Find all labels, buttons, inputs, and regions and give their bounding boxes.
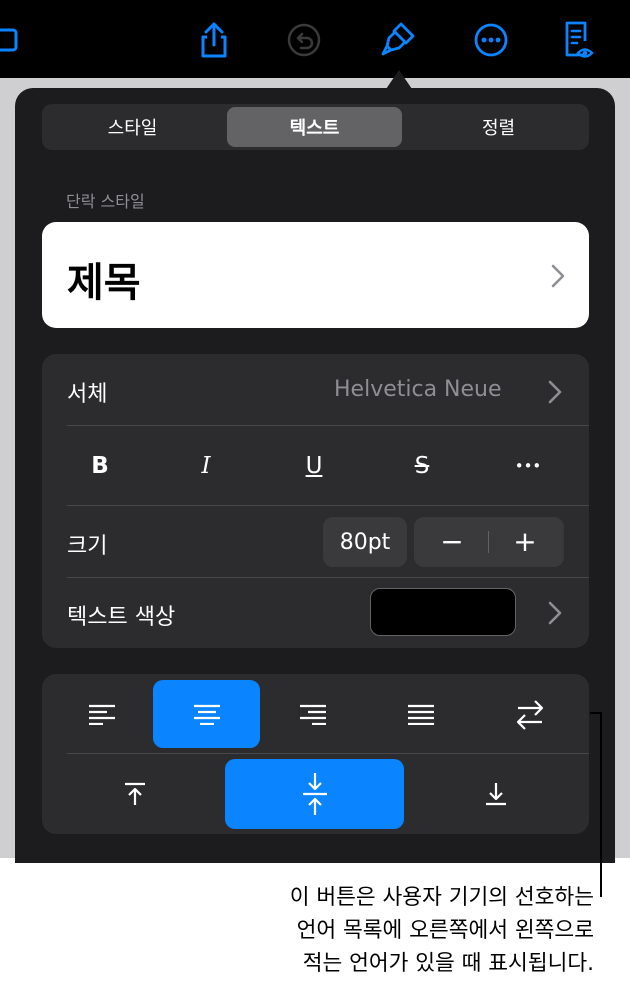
- divider: [67, 425, 589, 426]
- callout-line: [600, 712, 602, 897]
- align-bottom-button[interactable]: [428, 759, 563, 829]
- font-value: Helvetica Neue: [334, 377, 502, 402]
- font-label: 서체: [67, 382, 108, 407]
- align-top-icon: [124, 782, 145, 805]
- align-middle-button[interactable]: [225, 759, 404, 829]
- align-left-button[interactable]: [62, 680, 142, 748]
- decrease-size-button[interactable]: −: [434, 525, 470, 558]
- format-brush-icon[interactable]: [378, 20, 418, 60]
- size-stepper: − +: [414, 517, 564, 567]
- align-right-button[interactable]: [270, 680, 356, 748]
- more-icon[interactable]: [471, 20, 511, 60]
- justify-button[interactable]: [378, 680, 464, 748]
- align-right-icon: [300, 704, 326, 725]
- align-center-button[interactable]: [153, 680, 260, 748]
- font-settings: 서체 Helvetica Neue B I U S ••• 크기 80pt − …: [42, 354, 589, 648]
- bold-button[interactable]: B: [80, 442, 120, 490]
- align-middle-icon: [302, 773, 327, 815]
- tab-arrange[interactable]: 정렬: [411, 107, 586, 147]
- tab-style[interactable]: 스타일: [45, 107, 220, 147]
- media-icon[interactable]: [0, 20, 26, 60]
- toolbar: [0, 0, 630, 78]
- size-label: 크기: [67, 534, 108, 559]
- callout-line-3: 적는 언어가 있을 때 표시됩니다.: [302, 951, 594, 976]
- align-left-icon: [89, 704, 115, 725]
- callout-line-1: 이 버튼은 사용자 기기의 선호하는: [289, 885, 594, 910]
- italic-button[interactable]: I: [186, 442, 226, 490]
- font-row[interactable]: 서체 Helvetica Neue: [42, 354, 589, 426]
- underline-button[interactable]: U: [294, 442, 334, 490]
- right-to-left-button[interactable]: [484, 680, 576, 748]
- align-bottom-icon: [485, 783, 506, 806]
- callout-line-2: 언어 목록에 오른쪽에서 왼쪽으로: [296, 918, 594, 943]
- alignment-settings: [42, 674, 589, 834]
- paragraph-style-value: 제목: [67, 260, 141, 306]
- paragraph-style-label: 단락 스타일: [66, 192, 145, 211]
- tab-text[interactable]: 텍스트: [227, 107, 402, 147]
- format-tabs: 스타일 텍스트 정렬: [42, 104, 589, 150]
- right-to-left-icon: [516, 700, 544, 730]
- divider: [67, 753, 589, 754]
- chevron-right-icon: [548, 601, 562, 629]
- chevron-right-icon: [548, 380, 562, 408]
- more-text-options-button[interactable]: •••: [508, 442, 548, 490]
- text-color-swatch[interactable]: [370, 588, 516, 636]
- increase-size-button[interactable]: +: [507, 525, 543, 558]
- callout-text: 이 버튼은 사용자 기기의 선호하는 언어 목록에 오른쪽에서 왼쪽으로 적는 …: [174, 881, 594, 980]
- popover-arrow: [386, 70, 412, 89]
- size-value[interactable]: 80pt: [323, 517, 407, 567]
- align-top-button[interactable]: [67, 759, 202, 829]
- strikethrough-button[interactable]: S: [402, 442, 442, 490]
- undo-icon[interactable]: [284, 20, 324, 60]
- text-color-label: 텍스트 색상: [67, 605, 176, 630]
- paragraph-style-button[interactable]: 제목: [42, 222, 589, 328]
- align-center-icon: [193, 704, 220, 725]
- divider: [67, 505, 589, 506]
- justify-icon: [408, 704, 434, 725]
- chevron-right-icon: [551, 264, 565, 292]
- reader-view-icon[interactable]: [558, 20, 598, 60]
- divider: [67, 577, 589, 578]
- stepper-divider: [488, 531, 489, 553]
- share-icon[interactable]: [194, 20, 234, 60]
